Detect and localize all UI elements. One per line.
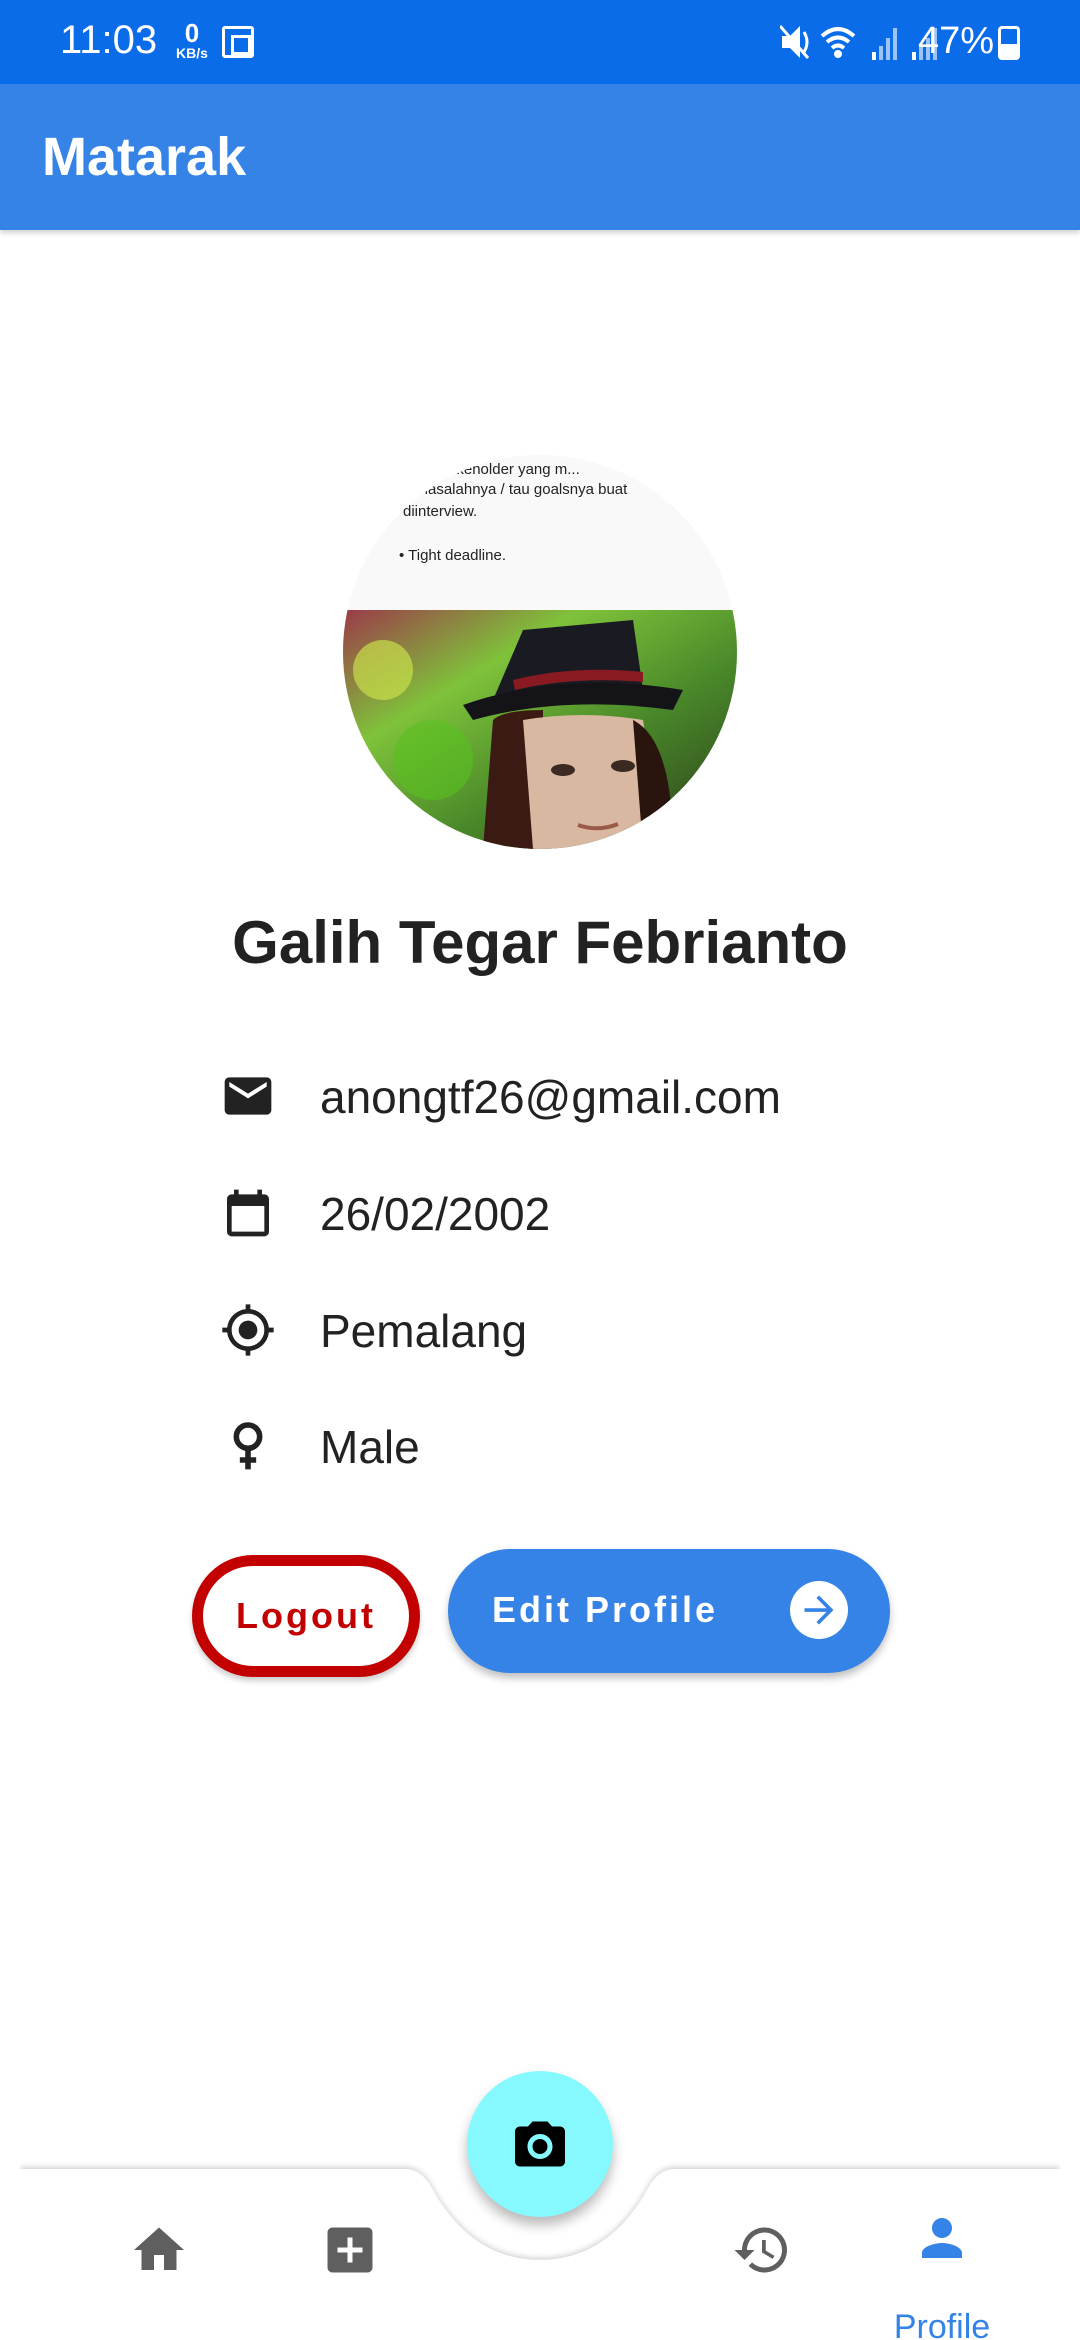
avatar-photo (343, 610, 737, 849)
edit-profile-button[interactable]: Edit Profile (448, 1549, 890, 1673)
status-bar: 11:03 0 KB/s 47% (0, 0, 1080, 84)
network-speed-unit: KB/s (176, 45, 208, 61)
location-row: Pemalang (220, 1294, 920, 1364)
avatar-doc-line: • Tight deadline. (399, 547, 506, 564)
gender-text: Male (320, 1421, 420, 1473)
location-text: Pemalang (320, 1305, 528, 1357)
birth-date-row: 26/02/2002 (220, 1177, 920, 1247)
calendar-icon (227, 1189, 269, 1237)
avatar-doc-line: ...ua stakeholder yang m... (403, 461, 580, 478)
avatar-document-area: ...ua stakeholder yang m... ...masalahny… (343, 455, 737, 610)
nfc-icon (222, 26, 254, 58)
birth-date-text: 26/02/2002 (320, 1188, 551, 1240)
profile-avatar[interactable]: ...ua stakeholder yang m... ...masalahny… (343, 455, 737, 849)
edit-profile-label: Edit Profile (492, 1589, 719, 1630)
network-speed: 0 KB/s (170, 20, 214, 60)
email-text: anongtf26@gmail.com (320, 1071, 781, 1123)
network-speed-value: 0 (184, 18, 200, 48)
logout-label: Logout (236, 1595, 376, 1636)
medical-plus-icon (327, 2227, 373, 2273)
camera-icon (515, 2121, 565, 2167)
profile-screen: 11:03 0 KB/s 47% Matarak ...ua stakehold… (0, 0, 1080, 2340)
status-time: 11:03 (60, 18, 158, 62)
mute-icon (780, 25, 810, 59)
nav-medical[interactable] (290, 2210, 410, 2320)
logout-button[interactable]: Logout (192, 1555, 420, 1677)
person-icon (922, 2218, 962, 2258)
battery-percent: 47% (918, 20, 995, 62)
arrow-forward-icon (790, 1581, 848, 1639)
app-bar: Matarak (0, 84, 1080, 230)
nav-home[interactable] (99, 2210, 219, 2320)
battery-icon (998, 26, 1020, 60)
email-icon (224, 1077, 272, 1115)
history-icon (734, 2227, 787, 2273)
nav-history[interactable] (702, 2210, 822, 2320)
avatar-doc-line: diinterview. (403, 503, 478, 520)
gender-row: Male (220, 1410, 920, 1480)
app-title: Matarak (42, 127, 247, 187)
gender-icon (233, 1422, 263, 1470)
nav-profile-label: Profile (893, 2308, 991, 2340)
home-icon (134, 2227, 184, 2270)
camera-fab-button[interactable] (467, 2071, 613, 2217)
email-row: anongtf26@gmail.com (220, 1060, 920, 1130)
avatar-doc-line: ...masalahnya / tau goalsnya buat (403, 481, 628, 498)
profile-name: Galih Tegar Febrianto (232, 909, 848, 976)
nav-profile[interactable]: Profile (882, 2210, 1002, 2340)
location-target-icon (222, 1304, 274, 1356)
wifi-icon (820, 27, 856, 58)
cell-signal-icon (872, 28, 897, 60)
